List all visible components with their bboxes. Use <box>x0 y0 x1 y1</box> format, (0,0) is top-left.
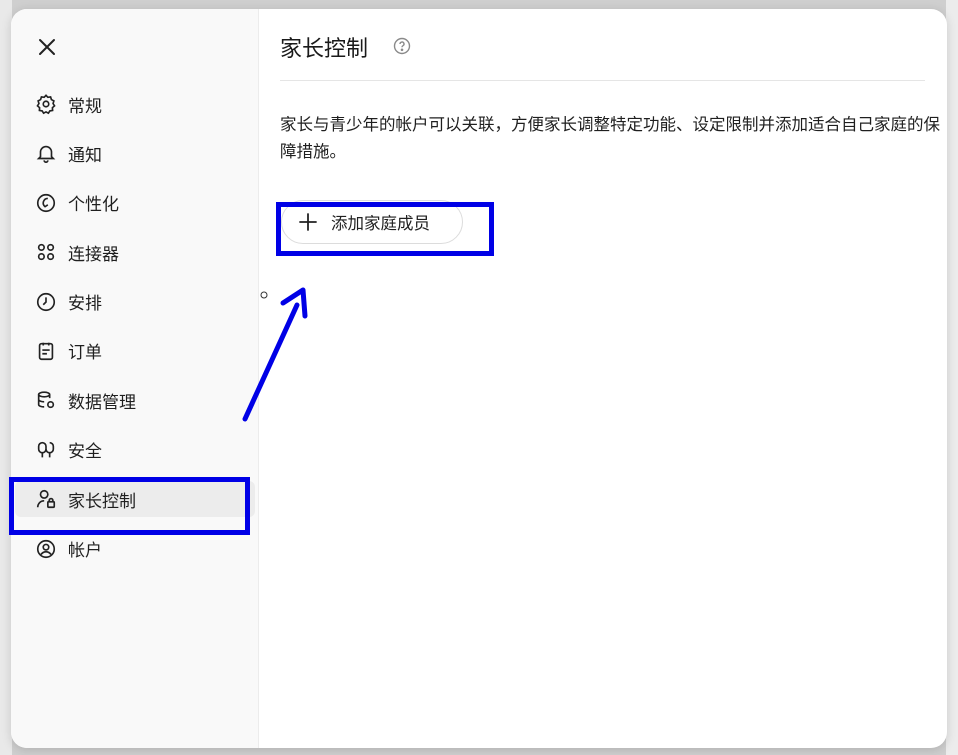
title-divider <box>280 80 925 81</box>
help-icon[interactable] <box>393 37 411 55</box>
close-button[interactable] <box>35 35 59 59</box>
sidebar-item-label: 连接器 <box>68 244 119 265</box>
sidebar-item-label: 安全 <box>68 442 102 463</box>
highlight-box-parental-controls <box>9 477 250 535</box>
parental-controls-description: 家长与青少年的帐户可以关联，方便家长调整特定功能、设定限制并添加适合自己家庭的保… <box>280 115 940 161</box>
sidebar-item-label: 个性化 <box>68 195 119 216</box>
sidebar-item-schedule[interactable]: 安排 <box>11 284 259 320</box>
sidebar-item-orders[interactable]: 订单 <box>11 333 259 369</box>
bell-icon <box>35 142 57 164</box>
account-circle-icon <box>35 538 57 560</box>
settings-content: 家长控制 家长与青少年的帐户可以关联，方便家长调整特定功能、设定限制并添加适合自… <box>259 9 947 748</box>
sidebar-item-label: 通知 <box>68 145 102 166</box>
highlight-box-add-member <box>276 202 494 256</box>
security-icon <box>35 439 57 461</box>
database-gear-icon <box>35 389 57 411</box>
sidebar-item-personalization[interactable]: 个性化 <box>11 185 259 221</box>
settings-dialog: 常规 通知 个性化 连接器 安排 订单 数据管理 安全 家长控制 帐户 家长控制… <box>11 9 947 748</box>
sidebar-item-general[interactable]: 常规 <box>11 86 259 122</box>
page-title: 家长控制 <box>280 37 369 62</box>
connectors-icon <box>35 241 57 263</box>
sidebar-item-label: 常规 <box>68 96 102 117</box>
sidebar-item-account[interactable]: 帐户 <box>11 531 259 567</box>
sidebar-item-data-management[interactable]: 数据管理 <box>11 382 259 418</box>
personalize-icon <box>35 192 57 214</box>
sidebar-item-connectors[interactable]: 连接器 <box>11 234 259 270</box>
sidebar-item-label: 帐户 <box>68 541 102 562</box>
orders-icon <box>35 340 57 362</box>
sidebar-item-label: 数据管理 <box>68 392 136 413</box>
background-app-right <box>946 0 958 755</box>
sidebar-item-security[interactable]: 安全 <box>11 432 259 468</box>
sidebar-item-label: 订单 <box>68 343 102 364</box>
gear-icon <box>35 93 57 115</box>
sidebar-item-label: 安排 <box>68 294 102 315</box>
settings-sidebar: 常规 通知 个性化 连接器 安排 订单 数据管理 安全 家长控制 帐户 <box>11 9 259 748</box>
sidebar-item-notifications[interactable]: 通知 <box>11 135 259 171</box>
close-icon <box>39 39 55 55</box>
clock-icon <box>35 291 57 313</box>
